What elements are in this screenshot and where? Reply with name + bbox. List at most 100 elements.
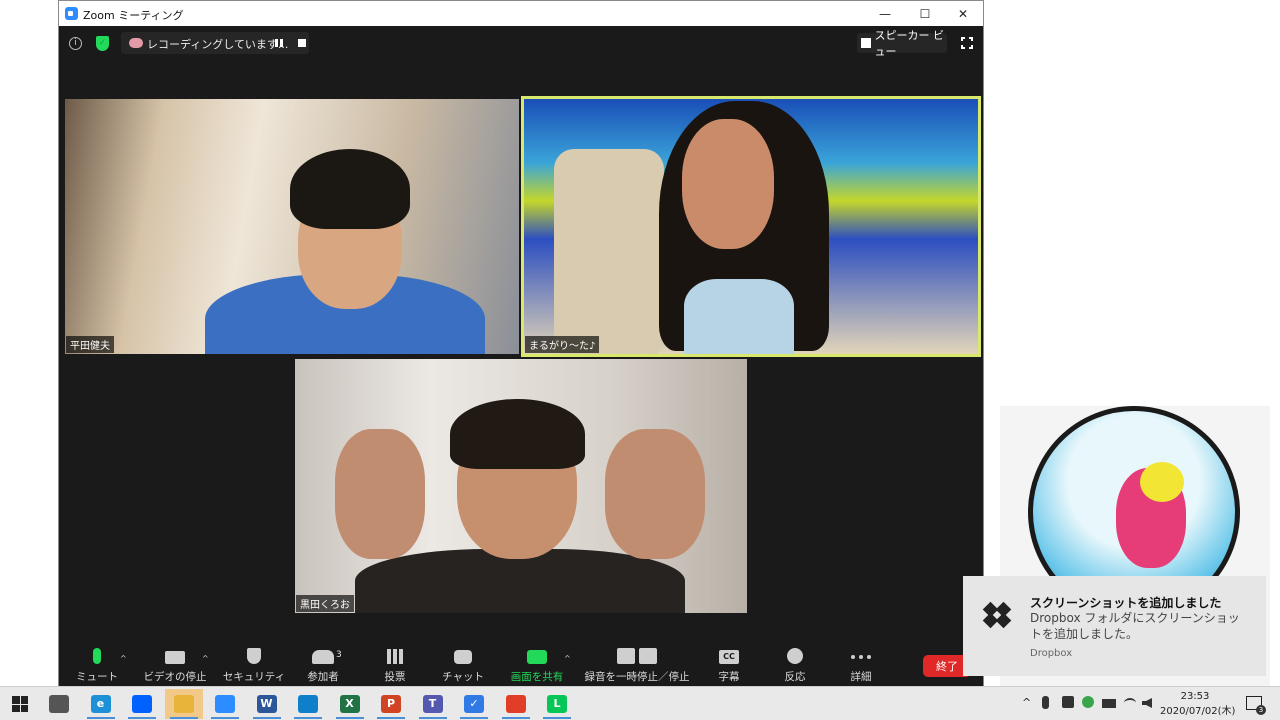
video-camera-icon: [165, 651, 185, 664]
recording-control-button[interactable]: 録音を一時停止／停止: [584, 638, 690, 686]
edge-icon: [298, 695, 318, 713]
line-icon: L: [547, 695, 567, 713]
reactions-button[interactable]: 反応: [775, 638, 815, 686]
reactions-label: 反応: [784, 671, 806, 683]
notification-body: Dropbox フォルダにスクリーンショットを追加しました。: [1030, 611, 1240, 641]
turtle-head-graphic: [1140, 462, 1184, 502]
participant-name-label: 黒田くろお: [296, 595, 354, 612]
window-titlebar[interactable]: Zoom ミーティング — ☐ ✕: [59, 1, 983, 26]
security-label: セキュリティ: [222, 671, 286, 683]
running-indicator: [460, 717, 488, 719]
window-title: Zoom ミーティング: [83, 9, 184, 22]
stop-video-label: ビデオの停止: [143, 671, 207, 683]
taskbar-app-line[interactable]: L: [538, 689, 576, 719]
taskbar-app-excel[interactable]: X: [331, 689, 369, 719]
participant-3-hair: [450, 399, 585, 469]
close-button[interactable]: ✕: [943, 1, 983, 26]
stop-recording-icon[interactable]: [298, 39, 306, 47]
security-button[interactable]: セキュリティ: [223, 638, 285, 686]
chat-button[interactable]: チャット: [439, 638, 487, 686]
meeting-top-bar: i ✓ レコーディングしています... スピーカー ビュー: [59, 26, 983, 62]
meeting-toolbar: ミュート ^ ビデオの停止 ^ セキュリティ 参加者 3 投票 チャット 画面を…: [59, 638, 983, 686]
taskbar-app-file-explorer[interactable]: [164, 689, 203, 719]
participants-button[interactable]: 参加者: [303, 638, 343, 686]
running-indicator: [501, 717, 530, 719]
maximize-button[interactable]: ☐: [905, 1, 945, 26]
share-screen-icon: [527, 650, 547, 664]
participant-name-label: 平田健夫: [66, 336, 114, 353]
running-indicator: [335, 717, 364, 719]
video-tile-participant-2[interactable]: まるがり〜た♪: [521, 96, 981, 357]
taskbar-app-zoom[interactable]: [206, 689, 244, 719]
fullscreen-icon[interactable]: [960, 36, 974, 50]
battery-tray-icon[interactable]: [1102, 699, 1116, 708]
taskbar-app-teams[interactable]: T: [414, 689, 452, 719]
polls-button[interactable]: 投票: [375, 638, 415, 686]
chat-label: チャット: [442, 671, 484, 683]
taskbar-app-office[interactable]: [497, 689, 535, 719]
participant-2-face: [682, 119, 774, 249]
microphone-tray-icon[interactable]: [1042, 696, 1049, 709]
tray-chevron-icon[interactable]: ^: [1022, 696, 1031, 709]
recording-control-label: 録音を一時停止／停止: [584, 671, 690, 683]
taskbar-clock[interactable]: 23:53 2020/07/02(木): [1160, 689, 1236, 719]
speaker-view-button[interactable]: スピーカー ビュー: [857, 29, 947, 58]
cloud-icon: [129, 38, 143, 48]
encryption-shield-icon[interactable]: ✓: [96, 36, 109, 51]
running-indicator: [252, 717, 281, 719]
participant-3-right-hand: [605, 429, 705, 559]
zoom-window: Zoom ミーティング — ☐ ✕ i ✓ レコーディングしています... スピ…: [58, 0, 984, 686]
recording-indicator: レコーディングしています...: [121, 32, 309, 54]
video-tile-participant-3[interactable]: 黒田くろお: [295, 359, 747, 613]
volume-tray-icon[interactable]: [1142, 698, 1152, 708]
poll-chart-icon: [387, 649, 403, 664]
file-explorer-icon: [173, 695, 194, 713]
taskbar-app-task-view[interactable]: [40, 689, 78, 719]
dropbox-icon: [982, 601, 1012, 630]
more-button[interactable]: 詳細: [841, 638, 881, 686]
participant-1-hair: [290, 149, 410, 229]
taskbar-app-todo[interactable]: ✓: [455, 689, 493, 719]
windows-taskbar: e W X P T ✓ L ^ 23:53 2020/07/02(木) 3: [0, 686, 1280, 720]
pause-recording-icon[interactable]: [275, 39, 283, 47]
video-options-chevron-icon[interactable]: ^: [202, 654, 209, 663]
windows-start-icon[interactable]: [12, 696, 28, 712]
captions-label: 字幕: [718, 671, 740, 683]
mute-button[interactable]: ミュート: [76, 638, 118, 686]
taskbar-app-edge[interactable]: [289, 689, 327, 719]
dropbox-icon: [132, 695, 152, 713]
taskbar-app-word[interactable]: W: [248, 689, 286, 719]
teams-icon: T: [422, 695, 443, 713]
video-tile-participant-1[interactable]: 平田健夫: [65, 99, 519, 354]
clock-date: 2020/07/02(木): [1160, 706, 1236, 717]
running-indicator: [169, 717, 198, 719]
dropbox-notification[interactable]: スクリーンショットを追加しました Dropbox フォルダにスクリーンショットを…: [963, 576, 1266, 676]
minimize-button[interactable]: —: [865, 1, 905, 26]
clock-time: 23:53: [1180, 691, 1210, 702]
powerpoint-icon: P: [381, 695, 401, 713]
reaction-smiley-icon: [787, 648, 803, 664]
polls-label: 投票: [384, 671, 406, 683]
taskbar-app-internet-explorer[interactable]: e: [82, 689, 120, 719]
info-icon[interactable]: i: [69, 37, 82, 50]
captions-button[interactable]: CC 字幕: [709, 638, 749, 686]
chat-bubble-icon: [454, 650, 472, 664]
participants-count: 3: [336, 650, 342, 660]
share-options-chevron-icon[interactable]: ^: [564, 654, 571, 663]
taskbar-app-dropbox[interactable]: [123, 689, 161, 719]
share-screen-button[interactable]: 画面を共有: [509, 638, 565, 686]
running-indicator: [377, 717, 405, 719]
zoom-app-icon: [65, 7, 78, 20]
running-indicator: [86, 717, 115, 719]
audio-options-chevron-icon[interactable]: ^: [120, 654, 127, 663]
taskbar-app-powerpoint[interactable]: P: [372, 689, 410, 719]
more-dots-icon: [851, 655, 871, 659]
action-center-icon[interactable]: 3: [1246, 696, 1266, 715]
stop-video-button[interactable]: ビデオの停止: [143, 638, 207, 686]
wifi-tray-icon[interactable]: [1124, 698, 1136, 708]
dropbox-tray-icon[interactable]: [1062, 696, 1074, 708]
zoom-icon: [215, 695, 235, 713]
participants-icon: [312, 650, 334, 664]
participant-2-body: [684, 279, 794, 354]
sync-tray-icon[interactable]: [1082, 696, 1094, 708]
